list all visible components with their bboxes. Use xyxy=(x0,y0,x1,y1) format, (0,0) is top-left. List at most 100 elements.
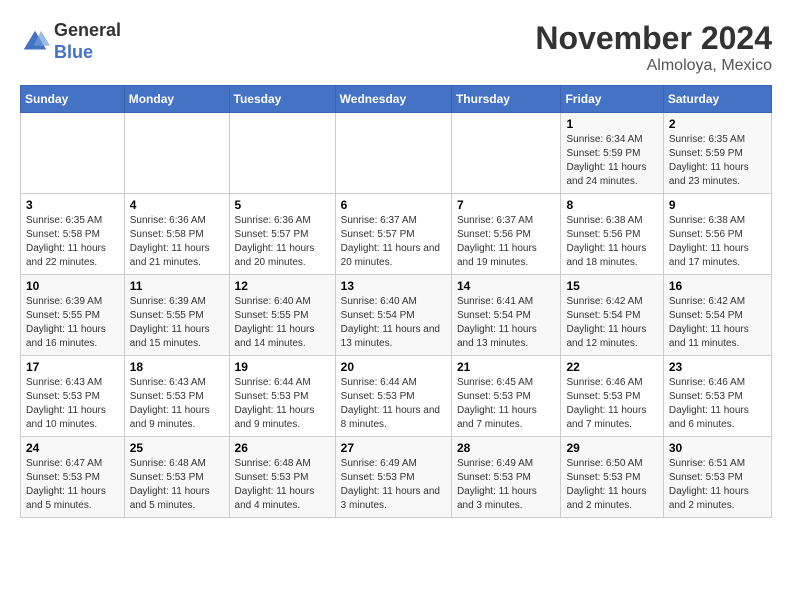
day-info: Sunrise: 6:43 AMSunset: 5:53 PMDaylight:… xyxy=(130,376,224,432)
day-header-tuesday: Tuesday xyxy=(229,86,335,113)
calendar-cell: 29 Sunrise: 6:50 AMSunset: 5:53 PMDayligh… xyxy=(561,437,663,518)
day-number: 30 xyxy=(669,441,766,455)
calendar-cell: 14 Sunrise: 6:41 AMSunset: 5:54 PMDayligh… xyxy=(451,275,561,356)
day-header-friday: Friday xyxy=(561,86,663,113)
calendar-cell: 19 Sunrise: 6:44 AMSunset: 5:53 PMDayligh… xyxy=(229,356,335,437)
calendar-week-row: 24Sunrise: 6:47 AMSunset: 5:53 PMDayligh… xyxy=(21,437,772,518)
calendar-header-row: SundayMondayTuesdayWednesdayThursdayFrid… xyxy=(21,86,772,113)
day-info: Sunrise: 6:50 AMSunset: 5:53 PMDaylight:… xyxy=(566,457,657,513)
calendar-week-row: 1 Sunrise: 6:34 AMSunset: 5:59 PMDaylight… xyxy=(21,113,772,194)
day-number: 29 xyxy=(566,441,657,455)
day-info: Sunrise: 6:36 AMSunset: 5:58 PMDaylight:… xyxy=(130,214,224,270)
calendar-cell xyxy=(229,113,335,194)
day-info: Sunrise: 6:39 AMSunset: 5:55 PMDaylight:… xyxy=(130,295,224,351)
day-number: 12 xyxy=(235,279,330,293)
calendar-cell: 3 Sunrise: 6:35 AMSunset: 5:58 PMDaylight… xyxy=(21,194,125,275)
calendar-week-row: 17Sunrise: 6:43 AMSunset: 5:53 PMDayligh… xyxy=(21,356,772,437)
day-number: 2 xyxy=(669,117,766,131)
day-number: 24 xyxy=(26,441,119,455)
day-number: 3 xyxy=(26,198,119,212)
logo-icon xyxy=(20,27,50,57)
day-info: Sunrise: 6:46 AMSunset: 5:53 PMDaylight:… xyxy=(566,376,657,432)
day-info: Sunrise: 6:37 AMSunset: 5:57 PMDaylight:… xyxy=(341,214,446,270)
location-subtitle: Almoloya, Mexico xyxy=(535,57,772,75)
calendar-cell: 15 Sunrise: 6:42 AMSunset: 5:54 PMDayligh… xyxy=(561,275,663,356)
day-number: 14 xyxy=(457,279,556,293)
calendar-cell: 18 Sunrise: 6:43 AMSunset: 5:53 PMDayligh… xyxy=(124,356,229,437)
calendar-cell: 10 Sunrise: 6:39 AMSunset: 5:55 PMDayligh… xyxy=(21,275,125,356)
day-number: 22 xyxy=(566,360,657,374)
calendar-cell: 17Sunrise: 6:43 AMSunset: 5:53 PMDayligh… xyxy=(21,356,125,437)
calendar-table: SundayMondayTuesdayWednesdayThursdayFrid… xyxy=(20,85,772,518)
calendar-cell xyxy=(124,113,229,194)
calendar-cell: 25Sunrise: 6:48 AMSunset: 5:53 PMDayligh… xyxy=(124,437,229,518)
calendar-week-row: 10 Sunrise: 6:39 AMSunset: 5:55 PMDayligh… xyxy=(21,275,772,356)
day-number: 26 xyxy=(235,441,330,455)
logo-line2: Blue xyxy=(54,42,121,64)
calendar-cell xyxy=(335,113,451,194)
calendar-cell: 11 Sunrise: 6:39 AMSunset: 5:55 PMDayligh… xyxy=(124,275,229,356)
day-number: 23 xyxy=(669,360,766,374)
day-number: 1 xyxy=(566,117,657,131)
day-header-wednesday: Wednesday xyxy=(335,86,451,113)
day-info: Sunrise: 6:38 AMSunset: 5:56 PMDaylight:… xyxy=(669,214,766,270)
calendar-cell: 1 Sunrise: 6:34 AMSunset: 5:59 PMDaylight… xyxy=(561,113,663,194)
page-header: General Blue November 2024 Almoloya, Mex… xyxy=(20,20,772,75)
day-number: 5 xyxy=(235,198,330,212)
day-number: 6 xyxy=(341,198,446,212)
logo-text: General Blue xyxy=(54,20,121,63)
calendar-cell xyxy=(451,113,561,194)
logo-line1: General xyxy=(54,20,121,42)
day-info: Sunrise: 6:42 AMSunset: 5:54 PMDaylight:… xyxy=(669,295,766,351)
day-number: 9 xyxy=(669,198,766,212)
day-number: 8 xyxy=(566,198,657,212)
day-number: 13 xyxy=(341,279,446,293)
calendar-cell: 13 Sunrise: 6:40 AMSunset: 5:54 PMDayligh… xyxy=(335,275,451,356)
day-info: Sunrise: 6:49 AMSunset: 5:53 PMDaylight:… xyxy=(341,457,446,513)
month-title: November 2024 xyxy=(535,20,772,57)
day-number: 15 xyxy=(566,279,657,293)
day-info: Sunrise: 6:41 AMSunset: 5:54 PMDaylight:… xyxy=(457,295,556,351)
day-info: Sunrise: 6:42 AMSunset: 5:54 PMDaylight:… xyxy=(566,295,657,351)
day-number: 20 xyxy=(341,360,446,374)
day-info: Sunrise: 6:40 AMSunset: 5:54 PMDaylight:… xyxy=(341,295,446,351)
day-info: Sunrise: 6:36 AMSunset: 5:57 PMDaylight:… xyxy=(235,214,330,270)
day-info: Sunrise: 6:34 AMSunset: 5:59 PMDaylight:… xyxy=(566,133,657,189)
day-number: 10 xyxy=(26,279,119,293)
day-info: Sunrise: 6:38 AMSunset: 5:56 PMDaylight:… xyxy=(566,214,657,270)
day-info: Sunrise: 6:46 AMSunset: 5:53 PMDaylight:… xyxy=(669,376,766,432)
day-info: Sunrise: 6:35 AMSunset: 5:58 PMDaylight:… xyxy=(26,214,119,270)
day-info: Sunrise: 6:39 AMSunset: 5:55 PMDaylight:… xyxy=(26,295,119,351)
calendar-cell: 5 Sunrise: 6:36 AMSunset: 5:57 PMDaylight… xyxy=(229,194,335,275)
day-info: Sunrise: 6:48 AMSunset: 5:53 PMDaylight:… xyxy=(235,457,330,513)
day-info: Sunrise: 6:45 AMSunset: 5:53 PMDaylight:… xyxy=(457,376,556,432)
day-info: Sunrise: 6:43 AMSunset: 5:53 PMDaylight:… xyxy=(26,376,119,432)
day-info: Sunrise: 6:51 AMSunset: 5:53 PMDaylight:… xyxy=(669,457,766,513)
day-header-saturday: Saturday xyxy=(663,86,771,113)
day-number: 19 xyxy=(235,360,330,374)
day-header-sunday: Sunday xyxy=(21,86,125,113)
calendar-cell: 9 Sunrise: 6:38 AMSunset: 5:56 PMDaylight… xyxy=(663,194,771,275)
calendar-cell: 20Sunrise: 6:44 AMSunset: 5:53 PMDayligh… xyxy=(335,356,451,437)
calendar-cell: 28 Sunrise: 6:49 AMSunset: 5:53 PMDayligh… xyxy=(451,437,561,518)
day-info: Sunrise: 6:44 AMSunset: 5:53 PMDaylight:… xyxy=(235,376,330,432)
calendar-cell: 2 Sunrise: 6:35 AMSunset: 5:59 PMDaylight… xyxy=(663,113,771,194)
calendar-cell xyxy=(21,113,125,194)
calendar-cell: 16Sunrise: 6:42 AMSunset: 5:54 PMDayligh… xyxy=(663,275,771,356)
day-number: 11 xyxy=(130,279,224,293)
day-info: Sunrise: 6:37 AMSunset: 5:56 PMDaylight:… xyxy=(457,214,556,270)
calendar-cell: 24Sunrise: 6:47 AMSunset: 5:53 PMDayligh… xyxy=(21,437,125,518)
title-area: November 2024 Almoloya, Mexico xyxy=(535,20,772,75)
calendar-cell: 30 Sunrise: 6:51 AMSunset: 5:53 PMDayligh… xyxy=(663,437,771,518)
day-number: 27 xyxy=(341,441,446,455)
day-info: Sunrise: 6:48 AMSunset: 5:53 PMDaylight:… xyxy=(130,457,224,513)
day-header-thursday: Thursday xyxy=(451,86,561,113)
day-header-monday: Monday xyxy=(124,86,229,113)
day-info: Sunrise: 6:35 AMSunset: 5:59 PMDaylight:… xyxy=(669,133,766,189)
day-number: 18 xyxy=(130,360,224,374)
day-number: 28 xyxy=(457,441,556,455)
logo: General Blue xyxy=(20,20,121,63)
calendar-cell: 4Sunrise: 6:36 AMSunset: 5:58 PMDaylight… xyxy=(124,194,229,275)
day-info: Sunrise: 6:49 AMSunset: 5:53 PMDaylight:… xyxy=(457,457,556,513)
calendar-cell: 12Sunrise: 6:40 AMSunset: 5:55 PMDayligh… xyxy=(229,275,335,356)
